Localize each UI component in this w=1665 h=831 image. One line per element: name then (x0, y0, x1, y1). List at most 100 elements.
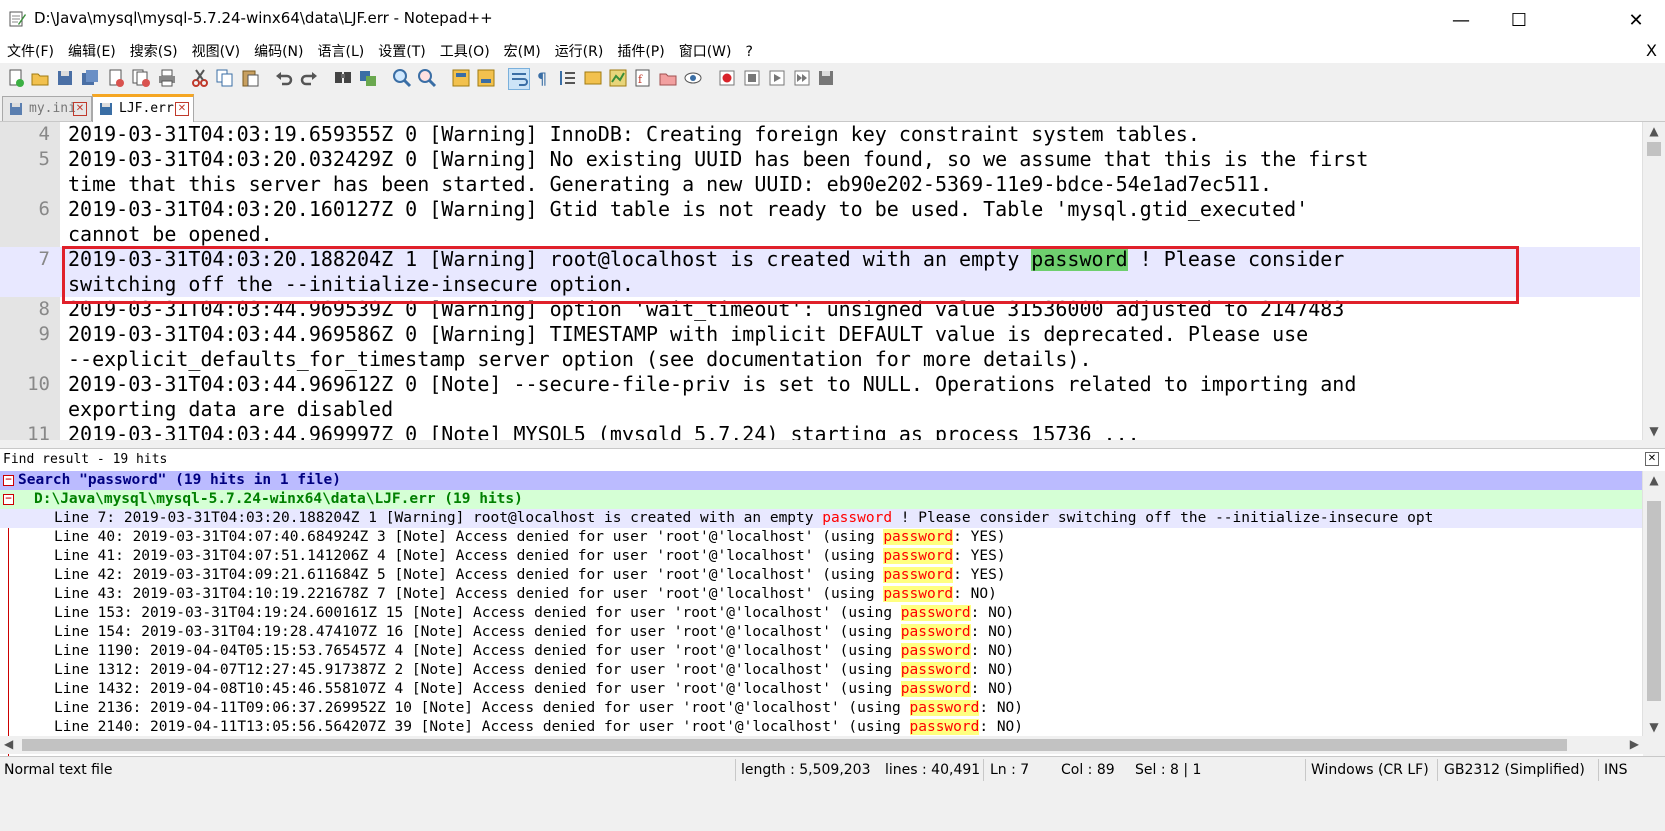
menu-language[interactable]: 语言(L) (311, 40, 372, 63)
paste-icon[interactable] (240, 68, 260, 88)
user-language-icon[interactable] (583, 68, 603, 88)
close-document-button[interactable]: X (1646, 41, 1657, 60)
redo-icon[interactable] (299, 68, 319, 88)
result-row[interactable]: Line 1190: 2019-04-04T05:15:53.765457Z 4… (0, 642, 1643, 661)
close-button[interactable]: ✕ (1607, 0, 1665, 40)
search-summary-row[interactable]: − Search "password" (19 hits in 1 file) (0, 471, 1643, 490)
results-vertical-scrollbar[interactable]: ▲ ▼ (1642, 471, 1665, 736)
monitoring-icon[interactable] (683, 68, 703, 88)
scroll-up-icon[interactable]: ▲ (1643, 471, 1665, 489)
scroll-up-icon[interactable]: ▲ (1643, 122, 1665, 140)
record-macro-icon[interactable] (717, 68, 737, 88)
indent-guide-icon[interactable] (558, 68, 578, 88)
menu-settings[interactable]: 设置(T) (371, 40, 432, 63)
scroll-thumb[interactable] (1647, 501, 1661, 701)
menu-file[interactable]: 文件(F) (0, 40, 61, 63)
lines-status: lines : 40,491 (885, 762, 981, 778)
save-macro-icon[interactable] (817, 68, 837, 88)
new-file-icon[interactable] (6, 68, 26, 88)
tab-close-icon[interactable]: ✕ (73, 102, 87, 116)
scroll-thumb[interactable] (22, 739, 1567, 751)
menu-encoding[interactable]: 编码(N) (247, 40, 310, 63)
cut-icon[interactable] (190, 68, 210, 88)
tab-my-ini[interactable]: my.ini ✕ (2, 96, 92, 121)
status-divider (983, 759, 984, 781)
file-summary-row[interactable]: − D:\Java\mysql\mysql-5.7.24-winx64\data\… (0, 490, 1643, 509)
replace-icon[interactable] (358, 68, 378, 88)
folder-workspace-icon[interactable] (658, 68, 678, 88)
menu-macro[interactable]: 宏(M) (497, 40, 548, 63)
result-row[interactable]: Line 154: 2019-03-31T04:19:28.474107Z 16… (0, 623, 1643, 642)
sync-vertical-icon[interactable] (451, 68, 471, 88)
result-row[interactable]: Line 2140: 2019-04-11T13:05:56.564207Z 3… (0, 718, 1643, 737)
result-row[interactable]: Line 1432: 2019-04-08T10:45:46.558107Z 4… (0, 680, 1643, 699)
result-row[interactable]: Line 2136: 2019-04-11T09:06:37.269952Z 1… (0, 699, 1643, 718)
file-type-status: Normal text file (4, 762, 113, 778)
panel-splitter[interactable] (0, 440, 1665, 448)
result-row[interactable]: Line 1312: 2019-04-07T12:27:45.917387Z 2… (0, 661, 1643, 680)
column-status: Col : 89 (1061, 762, 1115, 778)
menu-view[interactable]: 视图(V) (185, 40, 248, 63)
line-number: 10 (27, 373, 50, 395)
menu-search[interactable]: 搜索(S) (123, 40, 185, 63)
close-file-icon[interactable] (106, 68, 126, 88)
menu-window[interactable]: 窗口(W) (672, 40, 739, 63)
close-panel-icon[interactable]: ✕ (1645, 452, 1659, 466)
result-row[interactable]: Line 43: 2019-03-31T04:10:19.221678Z 7 [… (0, 585, 1643, 604)
menu-tools[interactable]: 工具(O) (433, 40, 497, 63)
menu-plugins[interactable]: 插件(P) (610, 40, 671, 63)
undo-icon[interactable] (274, 68, 294, 88)
show-all-characters-icon[interactable]: ¶ (533, 68, 553, 88)
menu-help[interactable]: ? (739, 40, 760, 63)
results-horizontal-scrollbar[interactable]: ◀ ▶ (0, 736, 1643, 754)
result-text: Line 153: 2019-03-31T04:19:24.600161Z 15… (54, 605, 1015, 621)
close-all-icon[interactable] (131, 68, 151, 88)
result-text: Line 2140: 2019-04-11T13:05:56.564207Z 3… (54, 719, 1024, 735)
stop-macro-icon[interactable] (742, 68, 762, 88)
zoom-out-icon[interactable] (417, 68, 437, 88)
document-map-icon[interactable] (608, 68, 628, 88)
status-divider (735, 759, 736, 781)
result-row[interactable]: Line 40: 2019-03-31T04:07:40.684924Z 3 [… (0, 528, 1643, 547)
scroll-thumb[interactable] (1647, 142, 1661, 156)
function-list-icon[interactable]: f (633, 68, 653, 88)
save-all-icon[interactable] (80, 68, 100, 88)
maximize-button[interactable]: ☐ (1490, 0, 1548, 40)
code-line: 9 2019-03-31T04:03:44.969586Z 0 [Warning]… (0, 322, 1640, 347)
scroll-left-icon[interactable]: ◀ (4, 737, 13, 751)
tab-close-icon[interactable]: ✕ (175, 102, 189, 116)
copy-icon[interactable] (215, 68, 235, 88)
result-row[interactable]: Line 41: 2019-03-31T04:07:51.141206Z 4 [… (0, 547, 1643, 566)
result-row[interactable]: Line 153: 2019-03-31T04:19:24.600161Z 15… (0, 604, 1643, 623)
fold-toggle-icon[interactable]: − (3, 475, 14, 486)
editor-pane[interactable]: 4 2019-03-31T04:03:19.659355Z 0 [Warning]… (0, 122, 1665, 440)
keyword-match: password (900, 681, 971, 697)
code-line: time that this server has been started. … (0, 172, 1640, 197)
minimize-button[interactable]: — (1432, 0, 1490, 40)
print-icon[interactable] (157, 68, 177, 88)
tab-label: my.ini (29, 101, 76, 116)
zoom-in-icon[interactable] (392, 68, 412, 88)
menu-run[interactable]: 运行(R) (548, 40, 611, 63)
play-macro-icon[interactable] (767, 68, 787, 88)
run-macro-multiple-icon[interactable] (792, 68, 812, 88)
tab-ljf-err[interactable]: LJF.err ✕ (92, 94, 194, 124)
sync-horizontal-icon[interactable] (476, 68, 496, 88)
scroll-right-icon[interactable]: ▶ (1630, 737, 1639, 751)
scroll-down-icon[interactable]: ▼ (1643, 718, 1665, 736)
fold-toggle-icon[interactable]: − (3, 494, 14, 505)
word-wrap-icon[interactable] (508, 68, 530, 90)
editor-vertical-scrollbar[interactable]: ▲ ▼ (1642, 122, 1665, 440)
search-summary-text: Search "password" (19 hits in 1 file) (18, 472, 342, 488)
find-icon[interactable] (333, 68, 353, 88)
scroll-down-icon[interactable]: ▼ (1643, 422, 1665, 440)
result-row[interactable]: Line 42: 2019-03-31T04:09:21.611684Z 5 [… (0, 566, 1643, 585)
selection-status: Sel : 8 | 1 (1135, 762, 1202, 778)
result-row[interactable]: Line 7: 2019-03-31T04:03:20.188204Z 1 [W… (0, 509, 1643, 528)
result-text: Line 1190: 2019-04-04T05:15:53.765457Z 4… (54, 643, 1015, 659)
open-file-icon[interactable] (30, 68, 50, 88)
find-results-list[interactable]: − Search "password" (19 hits in 1 file) −… (0, 471, 1643, 776)
eol-status: Windows (CR LF) (1311, 762, 1429, 778)
save-icon[interactable] (55, 68, 75, 88)
menu-edit[interactable]: 编辑(E) (61, 40, 123, 63)
